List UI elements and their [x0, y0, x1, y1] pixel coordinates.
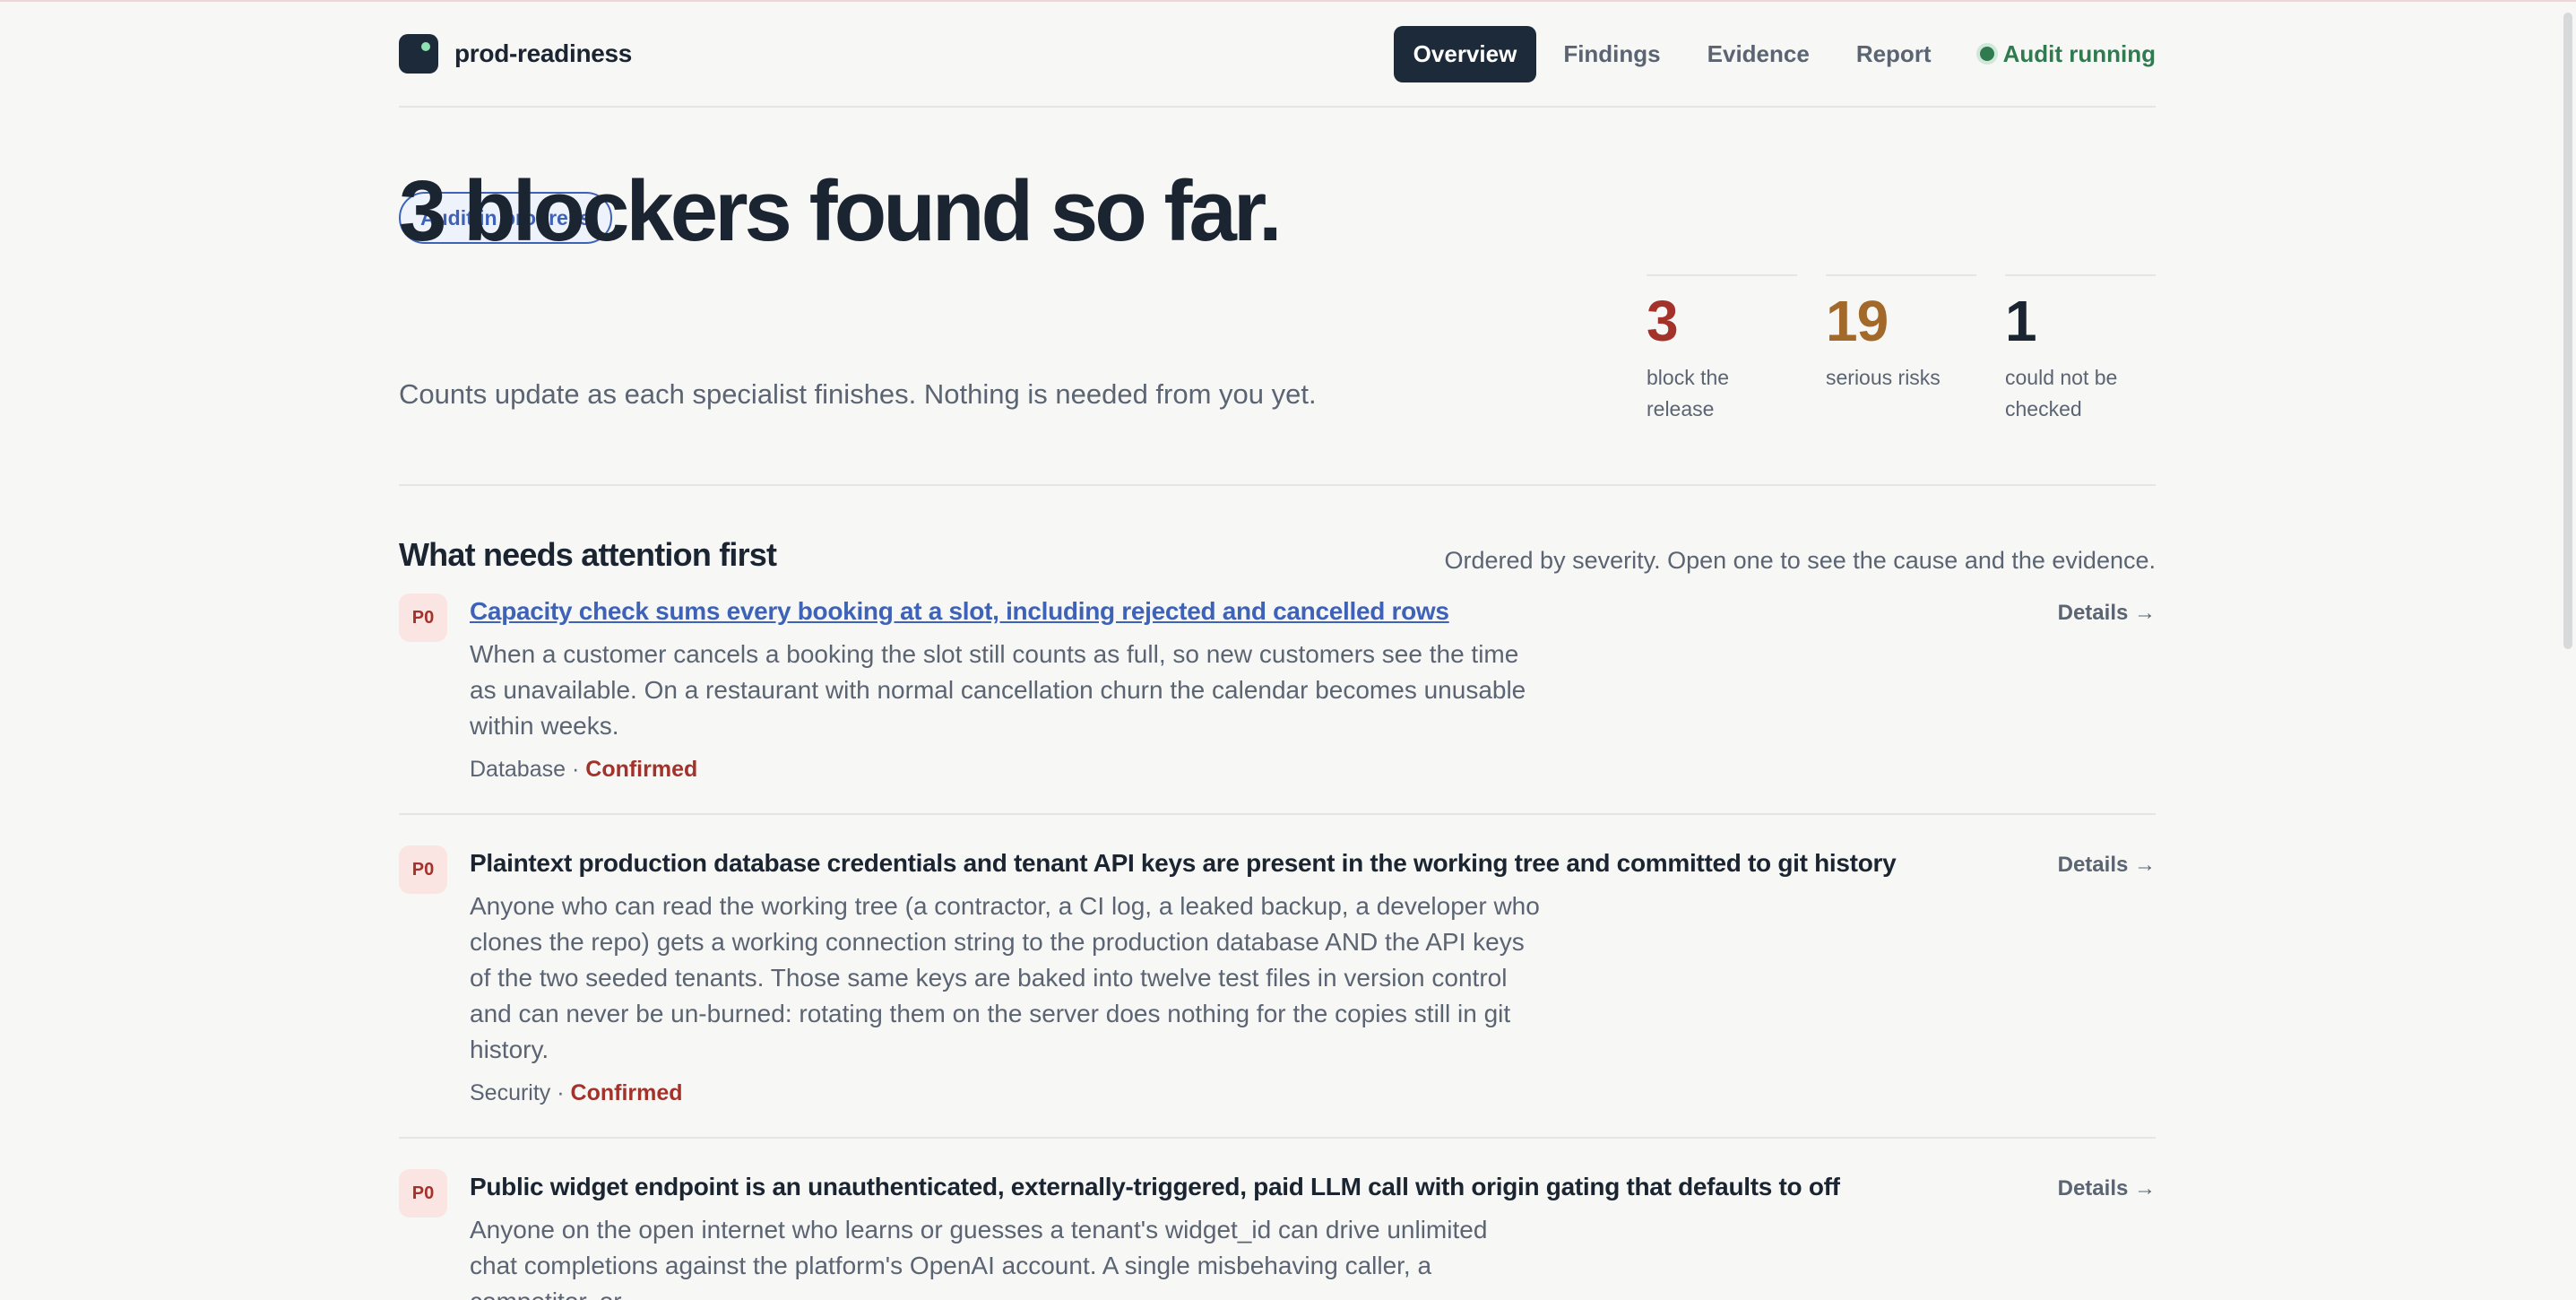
- stat-serious-risks: 19 serious risks: [1826, 274, 1976, 424]
- page-subtitle: Counts update as each specialist finishe…: [399, 378, 1317, 410]
- finding-title-link[interactable]: Capacity check sums every booking at a s…: [470, 597, 2156, 626]
- priority-badge: P0: [399, 1169, 447, 1218]
- finding-description: Anyone who can read the working tree (a …: [470, 892, 1540, 1063]
- meta-separator: ·: [571, 757, 580, 782]
- details-link[interactable]: Details →: [2058, 1176, 2156, 1201]
- tab-findings[interactable]: Findings: [1543, 26, 1680, 82]
- finding-row[interactable]: P0 Details → Capacity check sums every b…: [399, 594, 2156, 815]
- stat-value: 1: [2005, 289, 2037, 353]
- finding-row[interactable]: P0 Details → Public widget endpoint is a…: [399, 1139, 2156, 1300]
- finding-meta: Database · Confirmed: [470, 757, 2156, 783]
- stat-blockers: 3 block the release: [1647, 274, 1797, 424]
- main-nav: Overview Findings Evidence Report Audit …: [1393, 25, 2156, 82]
- details-link[interactable]: Details →: [2058, 601, 2156, 626]
- section-hint: Ordered by severity. Open one to see the…: [1444, 547, 2157, 574]
- details-link[interactable]: Details →: [2058, 853, 2156, 878]
- section-title: What needs attention first: [399, 536, 777, 573]
- priority-badge: P0: [399, 594, 447, 642]
- app-window: prod-readiness Overview Findings Evidenc…: [0, 0, 2576, 1300]
- page-scrollbar[interactable]: [2563, 13, 2572, 649]
- finding-status: Confirmed: [585, 757, 698, 782]
- finding-area: Security: [470, 1080, 551, 1105]
- priority-badge: P0: [399, 845, 447, 894]
- brand[interactable]: prod-readiness: [399, 34, 632, 74]
- finding-title[interactable]: Plaintext production database credential…: [470, 849, 2156, 878]
- finding-meta: Security · Confirmed: [470, 1080, 2156, 1106]
- stat-value: 19: [1826, 289, 1889, 353]
- page-content: prod-readiness Overview Findings Evidenc…: [399, 2, 2156, 1300]
- stat-value: 3: [1647, 289, 1679, 353]
- hero-section: Audit in progress 3 blockers found so fa…: [399, 108, 2156, 486]
- section-header: What needs attention first Ordered by se…: [399, 486, 2156, 611]
- finding-area: Database: [470, 757, 566, 782]
- top-bar: prod-readiness Overview Findings Evidenc…: [399, 2, 2156, 108]
- app-logo-icon: [399, 34, 438, 74]
- finding-description: Anyone on the open internet who learns o…: [470, 1216, 1488, 1300]
- finding-status: Confirmed: [570, 1080, 683, 1105]
- tab-evidence[interactable]: Evidence: [1688, 26, 1829, 82]
- meta-separator: ·: [557, 1080, 565, 1105]
- attention-section: What needs attention first Ordered by se…: [399, 486, 2156, 1300]
- tab-report[interactable]: Report: [1837, 26, 1951, 82]
- stat-unchecked: 1 could not be checked: [2005, 274, 2156, 424]
- audit-status: Audit running: [1979, 39, 2156, 68]
- summary-stats: 3 block the release 19 serious risks 1 c…: [1647, 274, 2156, 424]
- finding-title[interactable]: Public widget endpoint is an unauthentic…: [470, 1173, 2156, 1201]
- finding-row[interactable]: P0 Details → Plaintext production databa…: [399, 815, 2156, 1139]
- page-title: 3 blockers found so far.: [399, 163, 1283, 259]
- stat-label: could not be checked: [2005, 366, 2118, 420]
- stat-label: serious risks: [1826, 366, 1941, 389]
- status-dot-icon: [1979, 47, 1994, 61]
- audit-status-label: Audit running: [2002, 39, 2156, 67]
- stat-label: block the release: [1647, 366, 1730, 420]
- tab-overview[interactable]: Overview: [1393, 25, 1537, 82]
- finding-description: When a customer cancels a booking the sl…: [470, 640, 1526, 740]
- app-name: prod-readiness: [454, 39, 633, 67]
